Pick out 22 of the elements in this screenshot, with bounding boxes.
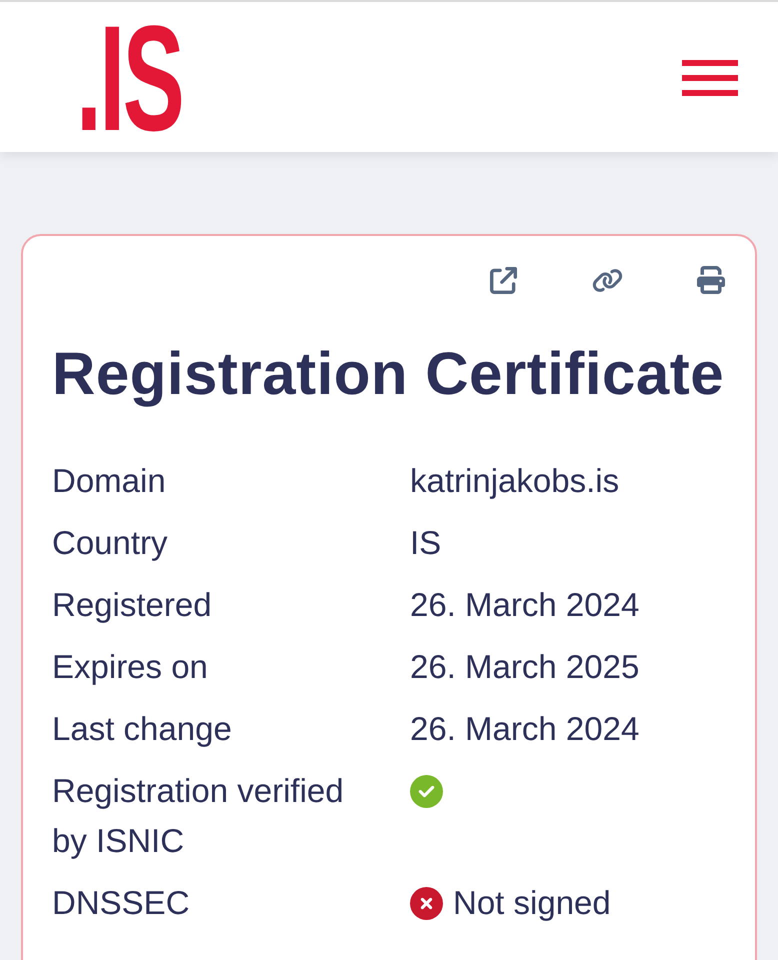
external-link-icon	[490, 266, 516, 294]
field-label: Domain	[52, 461, 167, 501]
field-value: IS	[410, 523, 442, 563]
field-value: 26. March 2024	[410, 709, 640, 749]
field-value: katrinjakobs.is	[410, 461, 620, 501]
print-button[interactable]	[695, 264, 727, 296]
field-value: 26. March 2025	[410, 647, 640, 687]
menu-button[interactable]	[682, 60, 738, 96]
logo[interactable]: .IS	[76, 23, 182, 133]
field-label: DNSSEC	[52, 883, 191, 923]
field-label: Registered	[52, 585, 213, 625]
field-label: Registration verified by ISNIC	[52, 771, 345, 861]
page-title: Registration Certificate	[52, 339, 726, 409]
status-text: Not signed	[453, 883, 611, 923]
field-label: Last change	[52, 709, 233, 749]
field-value: 26. March 2024	[410, 585, 640, 625]
menu-icon	[682, 60, 738, 96]
field-label: Country	[52, 523, 169, 563]
field-label: Expires on	[52, 647, 209, 687]
print-icon	[697, 266, 725, 294]
link-icon	[592, 266, 622, 294]
open-external-button[interactable]	[487, 264, 519, 296]
